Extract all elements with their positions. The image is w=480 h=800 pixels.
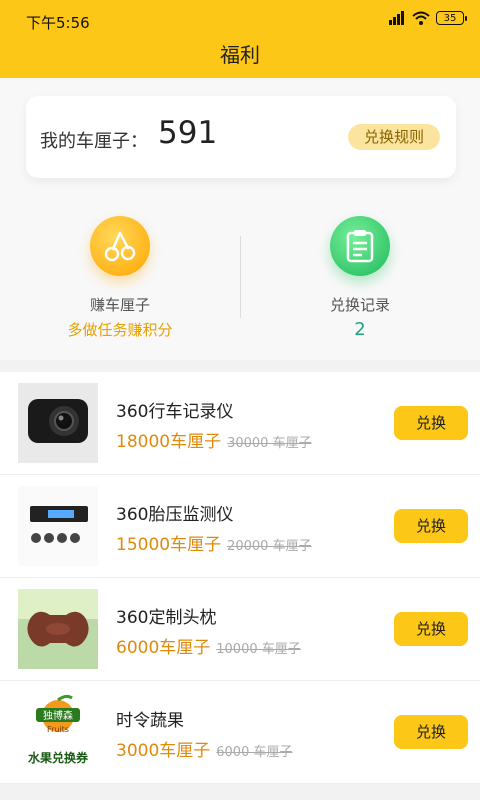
clipboard-icon bbox=[330, 216, 390, 276]
redeem-button[interactable]: 兑换 bbox=[394, 509, 468, 543]
earn-points-action[interactable]: 赚车厘子 多做任务赚积分 bbox=[0, 196, 240, 340]
status-icons: 35 bbox=[388, 11, 467, 25]
product-name: 360行车记录仪 bbox=[116, 402, 234, 422]
voucher-brand-text: 独博森 bbox=[43, 709, 73, 722]
product-item[interactable]: 360定制头枕 6000车厘子 10000 车厘子 兑换 bbox=[0, 578, 480, 681]
points-value: 591 bbox=[158, 115, 218, 151]
product-original-price: 10000 车厘子 bbox=[216, 642, 301, 657]
product-price-value: 15000车厘子 bbox=[116, 535, 222, 555]
redeem-button[interactable]: 兑换 bbox=[394, 715, 468, 749]
product-price-value: 18000车厘子 bbox=[116, 432, 222, 452]
product-name: 时令蔬果 bbox=[116, 711, 184, 731]
voucher-title-text: 水果兑换券 bbox=[28, 750, 89, 765]
page-title: 福利 bbox=[220, 43, 260, 67]
earn-points-label: 赚车厘子 bbox=[89, 296, 150, 314]
fruit-voucher-image: 独博森 Fruits 水果兑换券 bbox=[18, 692, 98, 772]
product-original-price: 6000 车厘子 bbox=[216, 745, 293, 760]
points-label: 我的车厘子： bbox=[40, 131, 148, 152]
points-card: 我的车厘子： 591 兑换规则 bbox=[26, 96, 456, 178]
product-price: 6000车厘子 10000 车厘子 bbox=[116, 633, 301, 658]
status-time: 下午5:56 bbox=[26, 14, 90, 32]
product-price-value: 6000车厘子 bbox=[116, 638, 211, 658]
product-item[interactable]: 360行车记录仪 18000车厘子 30000 车厘子 兑换 bbox=[0, 372, 480, 475]
action-row: 赚车厘子 多做任务赚积分 兑换记录 2 bbox=[0, 196, 480, 360]
summary-area: 我的车厘子： 591 兑换规则 赚车厘子 多做任务赚积分 兑换记录 2 bbox=[0, 78, 480, 360]
status-bar: 下午5:56 35 bbox=[0, 0, 480, 40]
signal-icon bbox=[389, 11, 404, 25]
exchange-rules-button[interactable]: 兑换规则 bbox=[348, 124, 440, 150]
exchange-records-label: 兑换记录 bbox=[329, 296, 390, 314]
product-original-price: 30000 车厘子 bbox=[227, 436, 312, 451]
product-price: 3000车厘子 6000 车厘子 bbox=[116, 736, 292, 761]
product-item[interactable]: 独博森 Fruits 水果兑换券 时令蔬果 3000车厘子 6000 车厘子 兑换 bbox=[0, 681, 480, 784]
product-price: 18000车厘子 30000 车厘子 bbox=[116, 427, 312, 452]
product-original-price: 20000 车厘子 bbox=[227, 539, 312, 554]
product-name: 360定制头枕 bbox=[116, 608, 217, 628]
app-bar: 福利 bbox=[0, 40, 480, 78]
redeem-button[interactable]: 兑换 bbox=[394, 612, 468, 646]
product-price: 15000车厘子 20000 车厘子 bbox=[116, 530, 312, 555]
product-item[interactable]: 360胎压监测仪 15000车厘子 20000 车厘子 兑换 bbox=[0, 475, 480, 578]
voucher-fruits-text: Fruits bbox=[47, 725, 69, 734]
product-list: 360行车记录仪 18000车厘子 30000 车厘子 兑换 360胎压监测仪 1… bbox=[0, 372, 480, 784]
exchange-records-count: 2 bbox=[354, 319, 366, 340]
dashcam-image bbox=[18, 383, 98, 463]
redeem-button[interactable]: 兑换 bbox=[394, 406, 468, 440]
product-name: 360胎压监测仪 bbox=[116, 505, 234, 525]
cherry-icon bbox=[90, 216, 150, 276]
wifi-icon bbox=[412, 11, 430, 25]
product-price-value: 3000车厘子 bbox=[116, 741, 211, 761]
headrest-image bbox=[18, 589, 98, 669]
exchange-records-action[interactable]: 兑换记录 2 bbox=[240, 196, 480, 340]
battery-icon: 35 bbox=[436, 11, 467, 25]
tire-pressure-monitor-image bbox=[18, 486, 98, 566]
earn-points-subtitle: 多做任务赚积分 bbox=[67, 321, 173, 339]
